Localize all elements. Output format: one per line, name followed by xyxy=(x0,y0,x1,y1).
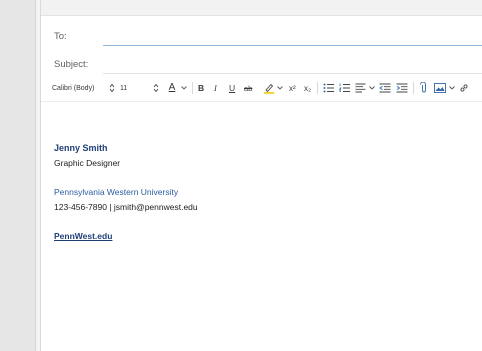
stepper-icon xyxy=(153,83,159,93)
left-gutter xyxy=(0,0,35,351)
font-color-chevron-down-icon[interactable] xyxy=(181,81,187,95)
subject-label: Subject: xyxy=(54,59,89,70)
signature-title: Graphic Designer xyxy=(54,158,121,168)
link-icon xyxy=(460,84,468,92)
insert-image-button[interactable] xyxy=(434,81,446,95)
align-button[interactable] xyxy=(355,81,366,95)
pen-highlight-icon xyxy=(264,83,274,94)
strikethrough-button[interactable]: ab xyxy=(244,81,252,95)
signature-name: Jenny Smith xyxy=(54,143,108,153)
font-family-stepper-icon[interactable] xyxy=(109,81,115,95)
font-color-button[interactable]: A xyxy=(166,81,178,95)
compose-top-strip xyxy=(41,0,482,16)
attach-button[interactable] xyxy=(420,81,428,95)
formatting-toolbar: Calibri (Body) 11 A B I U ab x² x₂ xyxy=(41,74,482,102)
superscript-button[interactable]: x² xyxy=(289,81,296,95)
font-size-stepper-icon[interactable] xyxy=(153,81,159,95)
bullet-list-icon xyxy=(323,83,334,93)
numbered-list-button[interactable] xyxy=(339,81,351,95)
to-input[interactable] xyxy=(103,22,482,46)
align-icon xyxy=(355,83,366,93)
subject-input[interactable] xyxy=(103,51,482,74)
decrease-indent-button[interactable] xyxy=(379,81,391,95)
align-chevron-down-icon[interactable] xyxy=(369,81,375,95)
subscript-button[interactable]: x₂ xyxy=(304,81,311,95)
increase-indent-button[interactable] xyxy=(396,81,408,95)
compose-pane: To: Subject: Calibri (Body) 11 A B I U a… xyxy=(41,0,482,351)
underline-button[interactable]: U xyxy=(229,81,235,95)
bold-button[interactable]: B xyxy=(198,81,204,95)
font-family-select[interactable]: Calibri (Body) xyxy=(52,81,94,95)
signature-organization: Pennsylvania Western University xyxy=(54,187,179,197)
toolbar-divider xyxy=(317,82,318,94)
signature-contact: 123-456-7890 | jsmith@pennwest.edu xyxy=(54,202,198,212)
signature-website-link[interactable]: PennWest.edu xyxy=(54,231,112,241)
to-label: To: xyxy=(54,31,67,42)
stepper-icon xyxy=(109,83,115,93)
numbered-list-icon xyxy=(339,83,350,92)
insert-link-button[interactable] xyxy=(459,81,469,95)
image-chevron-down-icon[interactable] xyxy=(449,81,455,95)
highlight-button[interactable] xyxy=(263,81,275,95)
message-body[interactable] xyxy=(41,102,482,351)
image-icon xyxy=(434,83,446,93)
toolbar-divider xyxy=(413,82,414,94)
toolbar-divider xyxy=(192,82,193,94)
attach-icon xyxy=(420,82,426,93)
email-compose-window: To: Subject: Calibri (Body) 11 A B I U a… xyxy=(0,0,482,351)
indent-icon xyxy=(396,83,408,93)
highlight-chevron-down-icon[interactable] xyxy=(277,81,283,95)
font-size-select[interactable]: 11 xyxy=(120,81,127,95)
italic-button[interactable]: I xyxy=(214,81,217,95)
bulleted-list-button[interactable] xyxy=(323,81,335,95)
font-color-glyph: A xyxy=(168,82,176,93)
outdent-icon xyxy=(379,83,391,93)
